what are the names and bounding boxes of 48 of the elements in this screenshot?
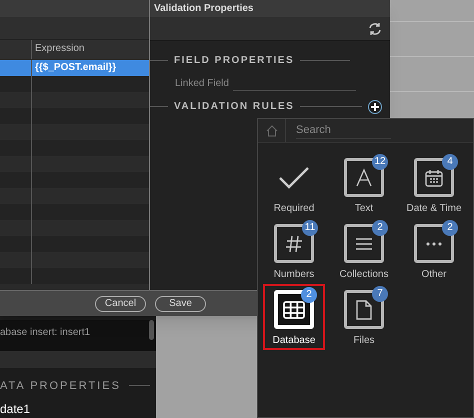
dialog-button[interactable]: Cancel <box>95 296 146 312</box>
category-item[interactable]: 7 Files <box>333 284 395 350</box>
document-icon <box>356 300 372 320</box>
category-label: Collections <box>340 268 388 282</box>
list-item[interactable]: abase insert: insert1 <box>0 325 90 340</box>
count-badge: 12 <box>372 154 388 170</box>
category-label: Other <box>421 268 446 282</box>
scrollbar[interactable] <box>149 320 154 340</box>
calendar-icon <box>424 168 444 188</box>
count-badge: 11 <box>302 220 318 236</box>
count-badge: 7 <box>372 286 388 302</box>
add-rule-button[interactable] <box>368 100 382 114</box>
category-label: Database <box>272 334 316 348</box>
category-label: Files <box>353 334 375 348</box>
count-badge: 2 <box>372 220 388 236</box>
plus-icon <box>371 102 379 110</box>
ellipsis-icon <box>426 242 442 246</box>
refresh-icon[interactable] <box>368 22 382 36</box>
table-cell-text: {{$_POST.email}} <box>34 61 116 75</box>
category-item[interactable]: 11 Numbers <box>263 218 325 284</box>
hash-icon <box>284 234 304 254</box>
category-item[interactable]: Required <box>263 152 325 218</box>
search-field[interactable]: Search <box>296 122 391 138</box>
category-item[interactable]: 2 Database <box>263 284 325 350</box>
category-label: Numbers <box>274 268 314 282</box>
category-label: Text <box>354 202 374 216</box>
category-label: Date & Time <box>406 202 462 216</box>
count-badge: 2 <box>301 287 317 303</box>
section-heading: VALIDATION RULES <box>173 100 296 114</box>
count-badge: 2 <box>442 220 458 236</box>
dialog-button[interactable]: Save <box>155 296 206 312</box>
panel-title: Validation Properties <box>154 2 254 16</box>
section-heading: FIELD PROPERTIES <box>173 54 296 68</box>
home-icon[interactable] <box>266 124 278 136</box>
category-item[interactable]: 2 Collections <box>333 218 395 284</box>
checkmark-icon <box>279 166 309 188</box>
field-label: Linked Field <box>175 77 229 91</box>
section-heading: ATA PROPERTIES <box>0 378 121 394</box>
category-label: Required <box>274 202 314 216</box>
name-value: date1 <box>0 401 32 418</box>
category-item[interactable]: 2 Other <box>403 218 465 284</box>
letter-icon <box>354 168 374 188</box>
table-row[interactable]: {{$_POST.email}} <box>0 60 149 76</box>
search-bar[interactable]: Search <box>258 119 473 143</box>
category-item[interactable]: 12 Text <box>333 152 395 218</box>
count-badge: 4 <box>442 154 458 170</box>
grid-icon <box>283 300 305 318</box>
category-item[interactable]: 4 Date & Time <box>403 152 465 218</box>
